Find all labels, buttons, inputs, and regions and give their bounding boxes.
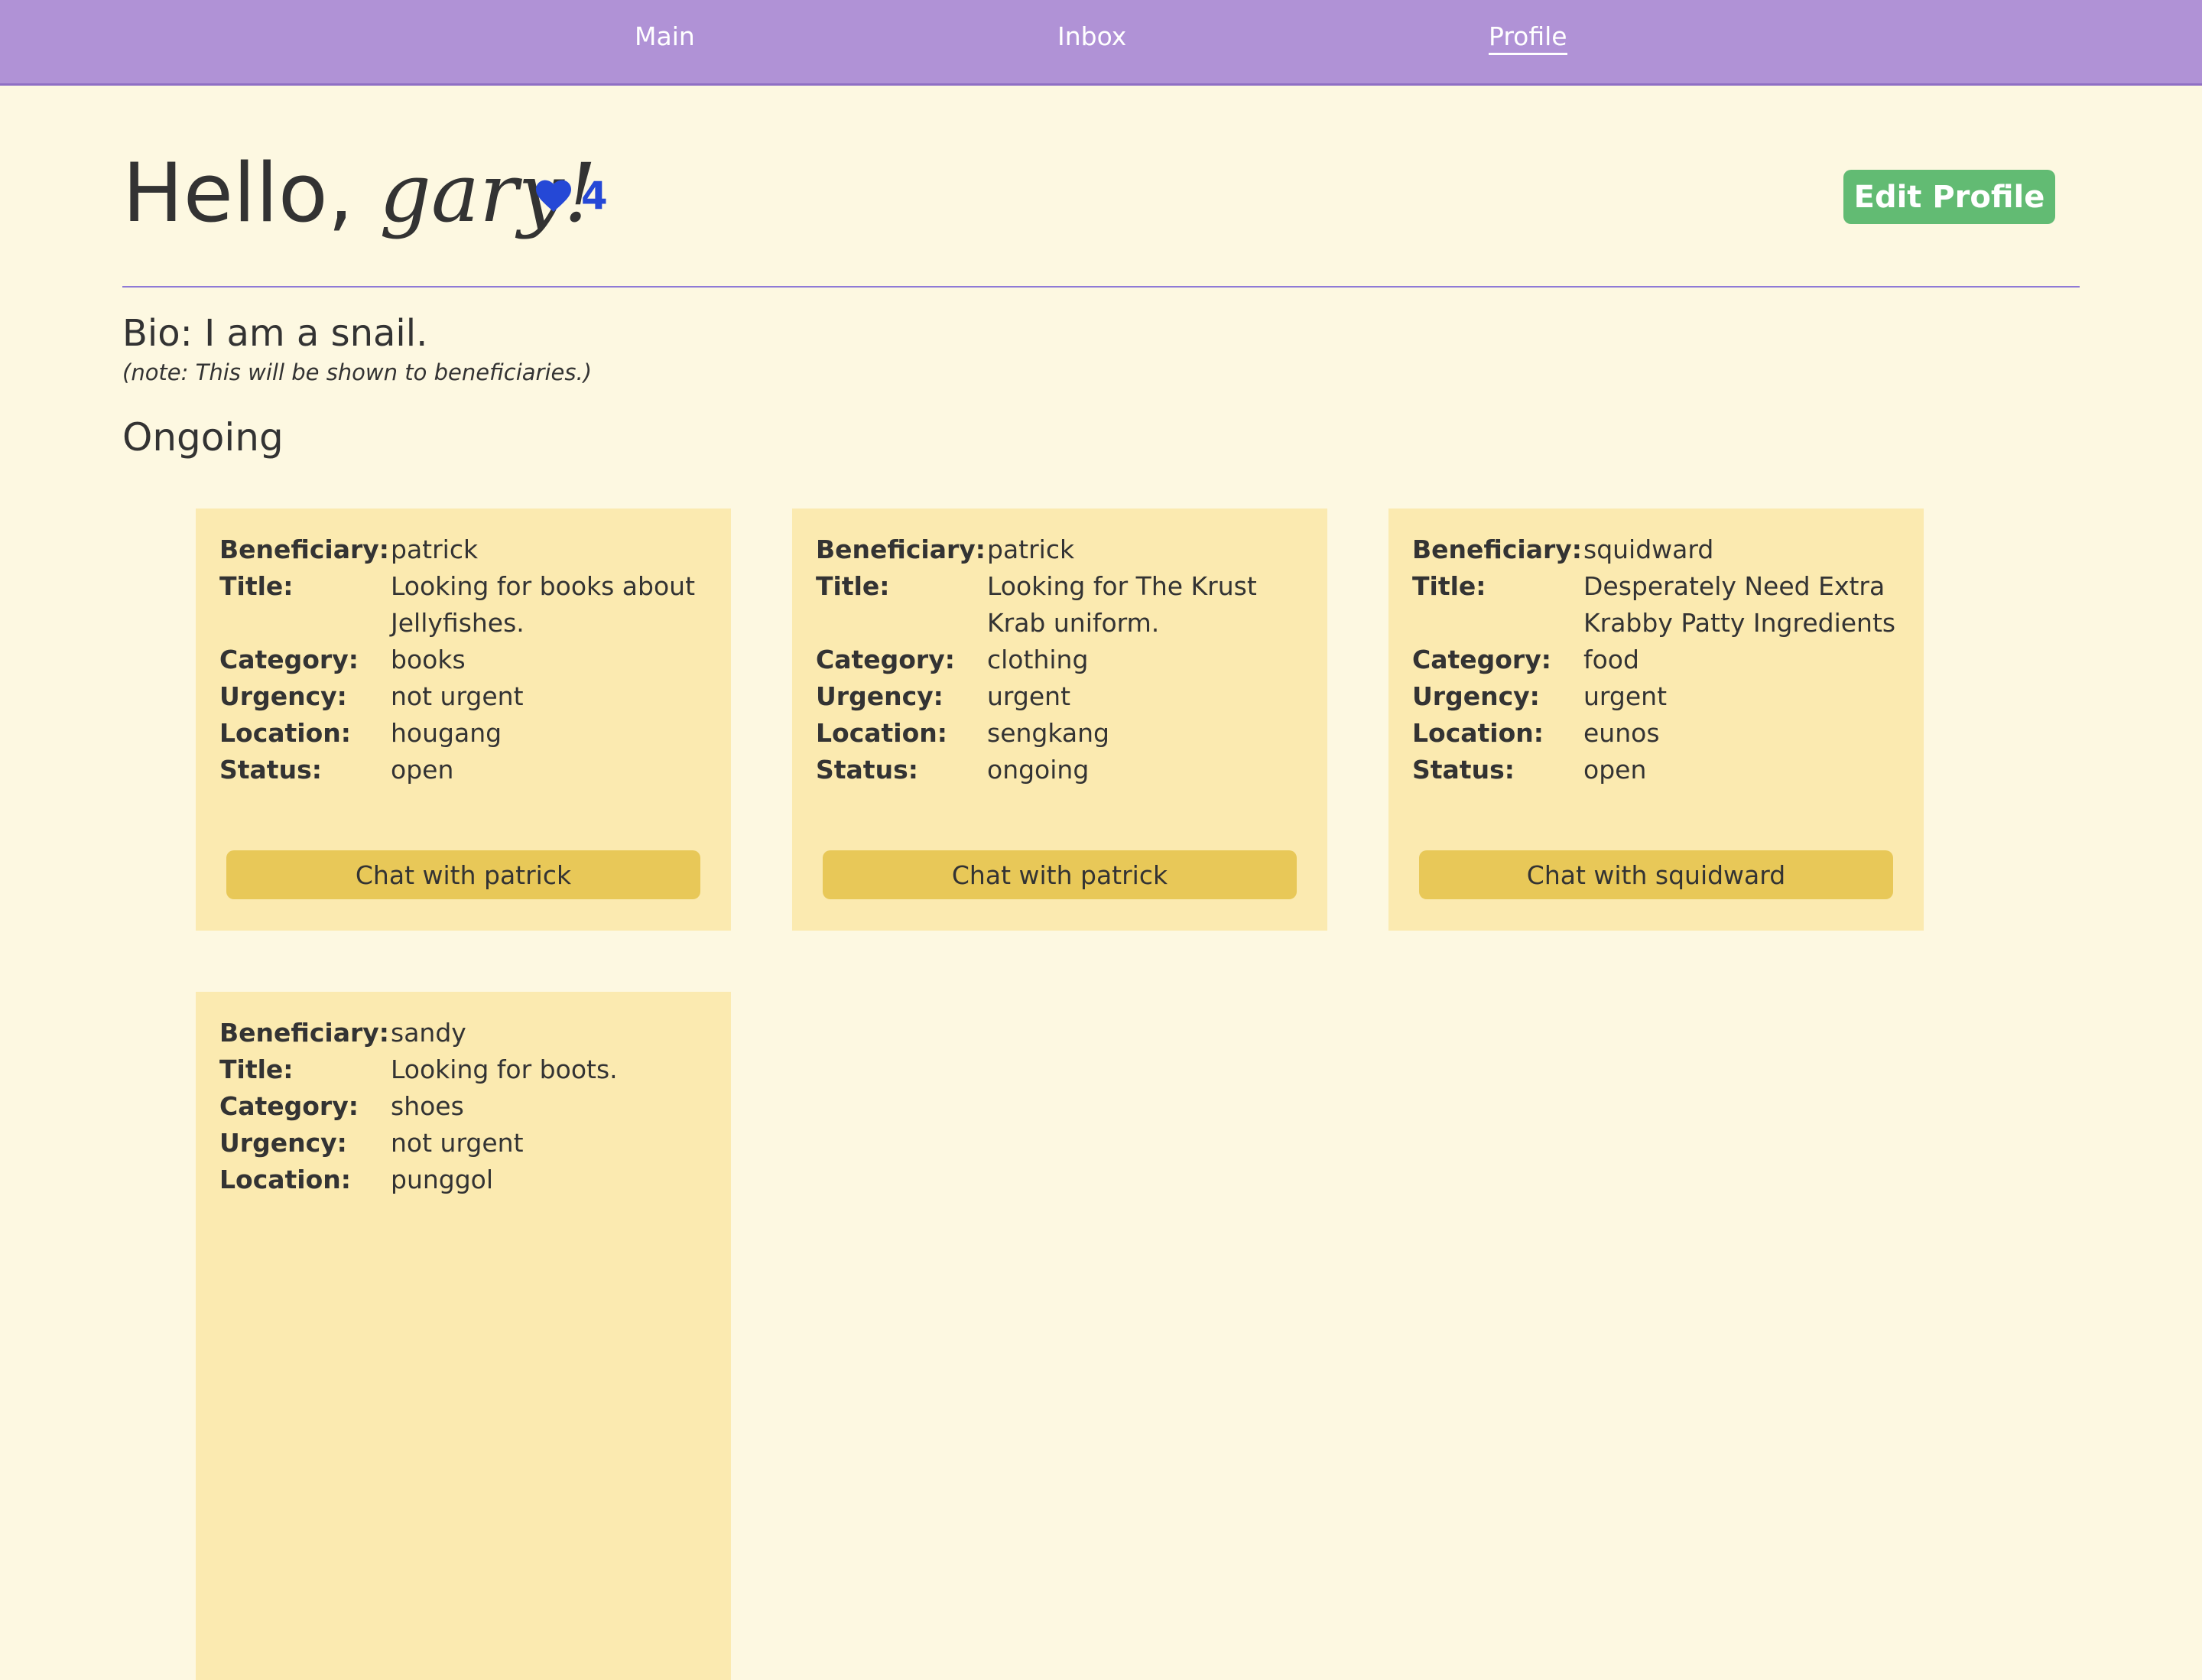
beneficiary-row: Beneficiary: squidward [1412,531,1902,568]
title-row: Title: Looking for boots. [219,1051,709,1088]
header-divider [122,286,2080,288]
category-label: Category: [816,645,955,674]
chat-button[interactable]: Chat with patrick [226,850,700,899]
urgency-row: Urgency: urgent [816,678,1305,715]
location-label: Location: [219,1165,351,1194]
status-label: Status: [219,755,322,785]
beneficiary-row: Beneficiary: patrick [219,531,709,568]
status-row: Status: ongoing [816,752,1305,788]
urgency-value: urgent [987,681,1071,711]
beneficiary-row: Beneficiary: sandy [219,1015,709,1051]
title-value: Desperately Need Extra Krabby Patty Ingr… [1583,571,1896,638]
request-card: Beneficiary: patrick Title: Looking for bo… [196,509,731,931]
category-row: Category: food [1412,642,1902,678]
location-row: Location: sengkang [816,715,1305,752]
urgency-label: Urgency: [816,681,943,711]
urgency-value: urgent [1583,681,1668,711]
request-card: Beneficiary: squidward Title: Desperately … [1388,509,1924,931]
card-details: Beneficiary: patrick Title: Looking for bo… [219,531,709,788]
request-card: Beneficiary: sandy Title: Looking for boot… [196,992,731,1680]
title-label: Title: [219,1054,294,1084]
beneficiary-label: Beneficiary: [816,535,986,564]
ongoing-section-title: Ongoing [122,415,284,460]
location-row: Location: punggol [219,1162,709,1198]
chat-button[interactable]: Chat with patrick [823,850,1297,899]
beneficiary-value: squidward [1583,535,1714,564]
beneficiary-row: Beneficiary: patrick [816,531,1305,568]
location-row: Location: hougang [219,715,709,752]
title-row: Title: Desperately Need Extra Krabby Patt… [1412,568,1902,642]
status-label: Status: [1412,755,1515,785]
beneficiary-label: Beneficiary: [219,535,389,564]
location-value: punggol [391,1165,494,1194]
title-value: Looking for books about Jellyfishes. [391,571,696,638]
title-value: Looking for boots. [391,1054,618,1084]
location-label: Location: [1412,718,1544,748]
urgency-value: not urgent [391,1128,524,1158]
urgency-label: Urgency: [219,1128,347,1158]
category-value: shoes [391,1091,464,1121]
category-label: Category: [1412,645,1551,674]
heart-icon [536,180,571,212]
location-value: eunos [1583,718,1660,748]
urgency-label: Urgency: [1412,681,1540,711]
status-value: ongoing [987,755,1090,785]
category-value: food [1583,645,1639,674]
location-label: Location: [219,718,351,748]
beneficiary-label: Beneficiary: [1412,535,1582,564]
category-value: clothing [987,645,1089,674]
category-row: Category: shoes [219,1088,709,1125]
urgency-label: Urgency: [219,681,347,711]
title-row: Title: Looking for The Krust Krab uniform… [816,568,1305,642]
location-label: Location: [816,718,947,748]
title-value: Looking for The Krust Krab uniform. [987,571,1257,638]
status-value: open [391,755,454,785]
location-value: hougang [391,718,502,748]
category-label: Category: [219,1091,359,1121]
nav-main[interactable]: Main [635,21,695,51]
nav-profile[interactable]: Profile [1489,21,1567,55]
card-details: Beneficiary: sandy Title: Looking for boot… [219,1015,709,1198]
title-label: Title: [219,571,294,601]
likes-counter: 4 [535,173,608,219]
card-details: Beneficiary: patrick Title: Looking for Th… [816,531,1305,788]
beneficiary-value: sandy [391,1018,466,1048]
edit-profile-button[interactable]: Edit Profile [1843,170,2055,224]
urgency-row: Urgency: not urgent [219,678,709,715]
category-row: Category: books [219,642,709,678]
category-value: books [391,645,466,674]
top-nav: Main Inbox Profile [0,0,2202,86]
beneficiary-value: patrick [987,535,1075,564]
status-row: Status: open [219,752,709,788]
urgency-value: not urgent [391,681,524,711]
title-row: Title: Looking for books about Jellyfishe… [219,568,709,642]
bio-note: (note: This will be shown to beneficiari… [122,359,593,385]
category-row: Category: clothing [816,642,1305,678]
urgency-row: Urgency: urgent [1412,678,1902,715]
urgency-row: Urgency: not urgent [219,1125,709,1162]
status-row: Status: open [1412,752,1902,788]
category-label: Category: [219,645,359,674]
likes-count: 4 [581,174,608,218]
status-value: open [1583,755,1647,785]
beneficiary-value: patrick [391,535,479,564]
location-value: sengkang [987,718,1109,748]
beneficiary-label: Beneficiary: [219,1018,389,1048]
status-label: Status: [816,755,918,785]
greeting-heading: Hello, gary! [122,144,596,243]
title-label: Title: [816,571,890,601]
greeting-text: Hello, [122,146,380,240]
card-details: Beneficiary: squidward Title: Desperately … [1412,531,1902,788]
bio-text: Bio: I am a snail. [122,312,428,355]
nav-inbox[interactable]: Inbox [1057,21,1126,51]
request-card: Beneficiary: patrick Title: Looking for Th… [792,509,1327,931]
chat-button[interactable]: Chat with squidward [1419,850,1893,899]
location-row: Location: eunos [1412,715,1902,752]
title-label: Title: [1412,571,1486,601]
